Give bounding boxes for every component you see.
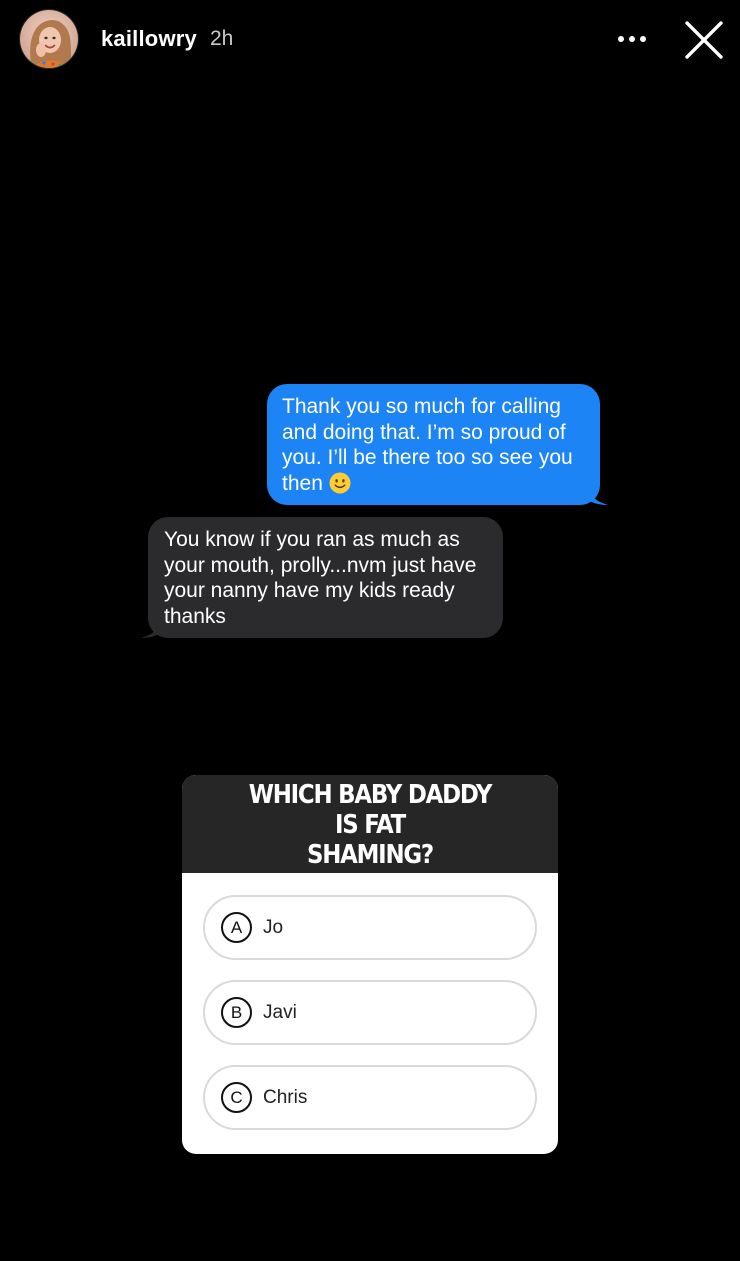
option-letter-badge: A — [221, 912, 252, 943]
message-line: thanks — [164, 604, 226, 628]
received-message-bubble: You know if you ran as much as your mout… — [141, 517, 503, 638]
option-label: Chris — [263, 1087, 308, 1108]
quiz-option-a[interactable]: A Jo — [203, 895, 537, 960]
slightly-smiling-face-icon — [329, 472, 351, 501]
sent-message-bubble: Thank you so much for calling and doing … — [267, 384, 608, 505]
message-line: Thank you so much for calling — [282, 395, 561, 418]
quiz-question-line: SHAMING? — [307, 840, 434, 870]
bubble-tail — [588, 485, 608, 505]
profile-avatar[interactable] — [20, 10, 78, 68]
story-header: kaillowry 2h — [0, 0, 740, 80]
option-letter-badge: B — [221, 997, 252, 1028]
username[interactable]: kaillowry — [101, 26, 197, 52]
option-label: Jo — [263, 917, 284, 938]
quiz-option-b[interactable]: B Javi — [203, 980, 537, 1045]
more-options-button[interactable] — [612, 26, 652, 52]
message-line: then — [282, 471, 323, 495]
quiz-options: A Jo B Javi C Chris — [182, 873, 558, 1130]
quiz-question-header: WHICH BABY DADDY IS FAT SHAMING? — [182, 775, 558, 873]
quiz-sticker: WHICH BABY DADDY IS FAT SHAMING? A Jo B … — [182, 775, 558, 1154]
post-timestamp: 2h — [210, 27, 234, 50]
quiz-option-c[interactable]: C Chris — [203, 1065, 537, 1130]
message-line: you. I’ll be there too so see you — [282, 446, 573, 469]
more-horizontal-icon — [618, 36, 646, 42]
close-icon — [685, 21, 723, 59]
message-line: your mouth, prolly...nvm just have — [164, 553, 477, 577]
message-line: You know if you ran as much as — [164, 528, 460, 551]
option-label: Javi — [263, 1002, 297, 1023]
message-line-with-emoji: then — [282, 471, 586, 501]
quiz-question: WHICH BABY DADDY IS FAT SHAMING? — [238, 778, 502, 870]
bubble-tail — [141, 618, 161, 638]
message-line: and doing that. I’m so proud of — [282, 420, 566, 444]
message-line: your nanny have my kids ready — [164, 579, 455, 602]
option-letter-badge: C — [221, 1082, 252, 1113]
quiz-question-line: WHICH BABY DADDY IS FAT — [248, 780, 493, 840]
close-button[interactable] — [683, 19, 725, 61]
